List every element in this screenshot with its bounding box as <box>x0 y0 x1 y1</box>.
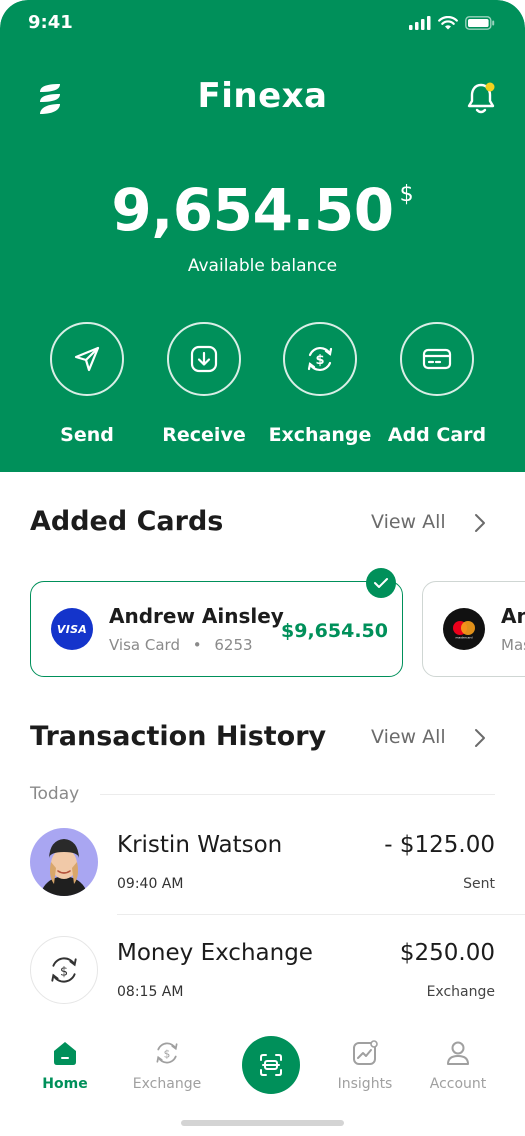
scan-button[interactable] <box>242 1036 300 1094</box>
exchange-icon: $ <box>51 957 77 983</box>
transaction-time: 08:15 AM <box>117 984 184 1000</box>
nav-account-label: Account <box>429 1076 487 1092</box>
home-indicator <box>181 1120 344 1126</box>
scan-icon <box>260 1054 282 1076</box>
exchange-avatar: $ <box>30 936 98 1004</box>
cards-view-all-link[interactable]: View All <box>371 511 446 533</box>
svg-text:$: $ <box>60 964 68 979</box>
send-label: Send <box>60 424 114 446</box>
battery-icon <box>465 16 495 30</box>
card-type-2: Mas <box>501 636 525 654</box>
card-icon <box>422 348 452 370</box>
receive-icon <box>190 345 218 373</box>
svg-text:$: $ <box>315 353 324 368</box>
home-icon <box>54 1042 76 1065</box>
card-holder-name-2: An <box>501 604 525 628</box>
card-dot: • <box>192 636 202 654</box>
send-circle <box>50 322 124 396</box>
transaction-time: 09:40 AM <box>117 876 184 892</box>
transaction-amount: $250.00 <box>399 940 495 966</box>
visa-logo: VISA <box>51 608 93 650</box>
nav-exchange[interactable]: $ Exchange <box>117 1038 217 1092</box>
mastercard-logo: mastercard <box>443 608 485 650</box>
card-visa[interactable]: VISA Andrew Ainsley Visa Card • 6253 $9,… <box>30 568 403 677</box>
send-button[interactable]: Send <box>27 322 147 446</box>
exchange-icon: $ <box>156 1042 178 1064</box>
card-subtitle: Visa Card • 6253 <box>109 636 253 654</box>
exchange-button[interactable]: $ Exchange <box>260 322 380 446</box>
chevron-right-icon[interactable] <box>472 727 488 749</box>
avatar <box>30 828 98 896</box>
wifi-icon <box>438 16 458 30</box>
nav-insights[interactable]: Insights <box>315 1038 415 1092</box>
receive-button[interactable]: Receive <box>144 322 264 446</box>
transaction-history-title: Transaction History <box>30 721 327 752</box>
app-title: Finexa <box>197 76 328 116</box>
status-icons <box>409 16 495 30</box>
add-card-label: Add Card <box>387 424 487 446</box>
insights-icon <box>353 1040 378 1065</box>
balance-currency: $ <box>399 182 414 207</box>
divider <box>100 794 495 795</box>
transaction-type: Sent <box>463 876 495 892</box>
selected-check-icon <box>366 568 396 598</box>
bottom-nav: Home $ Exchange Insights Account <box>0 1020 525 1136</box>
chevron-right-icon[interactable] <box>472 512 488 534</box>
svg-text:mastercard: mastercard <box>455 636 472 640</box>
card-balance: $9,654.50 <box>281 620 388 642</box>
date-label: Today <box>30 784 80 804</box>
card-last4: 6253 <box>214 636 253 654</box>
nav-insights-label: Insights <box>337 1076 393 1092</box>
transaction-type: Exchange <box>426 984 495 1000</box>
exchange-circle: $ <box>283 322 357 396</box>
nav-home-label: Home <box>42 1076 88 1092</box>
receive-circle <box>167 322 241 396</box>
card-type: Visa Card <box>109 636 180 654</box>
signal-icon <box>409 16 431 30</box>
svg-text:$: $ <box>164 1048 171 1060</box>
transaction-name: Money Exchange <box>117 940 313 966</box>
nav-home[interactable]: Home <box>15 1038 115 1092</box>
notification-dot <box>485 82 495 92</box>
balance: 9,654.50 $ <box>0 176 525 244</box>
nav-exchange-label: Exchange <box>132 1076 202 1092</box>
add-card-button[interactable]: Add Card <box>377 322 497 446</box>
balance-amount: 9,654.50 <box>111 176 394 244</box>
nav-account[interactable]: Account <box>408 1038 508 1092</box>
send-icon <box>74 346 100 372</box>
exchange-label: Exchange <box>268 424 372 446</box>
exchange-icon: $ <box>307 346 333 372</box>
divider <box>117 914 525 915</box>
header: 9:41 Finexa 9,654.50 $ Available balance… <box>0 0 525 472</box>
app-screen: 9:41 Finexa 9,654.50 $ Available balance… <box>0 0 525 1136</box>
add-card-circle <box>400 322 474 396</box>
card-mastercard[interactable]: mastercard An Mas <box>422 581 525 677</box>
transaction-amount: - $125.00 <box>384 832 495 858</box>
status-time: 9:41 <box>28 12 73 33</box>
transaction-row[interactable]: Kristin Watson 09:40 AM - $125.00 Sent <box>0 828 525 928</box>
balance-label: Available balance <box>187 256 338 276</box>
transactions-view-all-link[interactable]: View All <box>371 726 446 748</box>
user-icon <box>447 1041 469 1065</box>
card-holder-name: Andrew Ainsley <box>109 604 284 628</box>
bell-icon[interactable] <box>465 80 497 116</box>
transaction-name: Kristin Watson <box>117 832 283 858</box>
added-cards-title: Added Cards <box>30 506 224 537</box>
receive-label: Receive <box>162 424 246 446</box>
